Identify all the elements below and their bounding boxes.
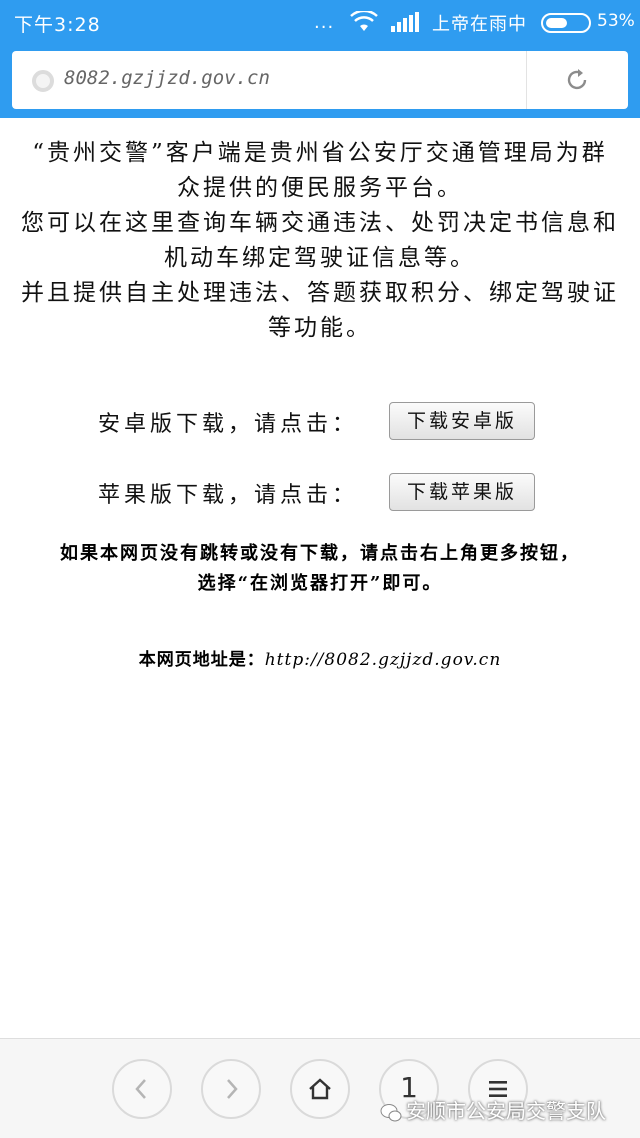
browser-toolbar: 8082.gzjjzd.gov.cn — [0, 44, 640, 118]
intro-line-3: 并且提供自主处理违法、答题获取积分、绑定驾驶证等功能。 — [21, 280, 619, 341]
page-address-line: 本网页地址是：http://8082.gzjjzd.gov.cn — [10, 645, 630, 670]
ios-download-label: 苹果版下载，请点击： — [98, 483, 359, 508]
address-bar-divider — [526, 51, 527, 109]
back-button[interactable] — [112, 1059, 172, 1119]
wechat-icon — [380, 1103, 402, 1121]
refresh-icon[interactable] — [564, 67, 590, 93]
open-in-browser-notice: 如果本网页没有跳转或没有下载，请点击右上角更多按钮， 选择“在浏览器打开”即可。 — [10, 539, 630, 599]
intro-line-2: 您可以在这里查询车辆交通违法、处罚决定书信息和机动车绑定驾驶证信息等。 — [21, 210, 619, 271]
carrier-name: 上帝在雨中 — [432, 14, 527, 35]
wifi-icon — [350, 11, 378, 31]
chevron-right-icon — [227, 1079, 238, 1099]
intro-line-1: “贵州交警”客户端是贵州省公安厅交通管理局为群众提供的便民服务平台。 — [32, 140, 608, 201]
address-bar[interactable]: 8082.gzjjzd.gov.cn — [12, 51, 628, 109]
intro-text: “贵州交警”客户端是贵州省公安厅交通管理局为群众提供的便民服务平台。 您可以在这… — [20, 136, 620, 346]
ios-download-row: 苹果版下载，请点击： 下载苹果版 — [0, 473, 640, 513]
address-bar-url[interactable]: 8082.gzjjzd.gov.cn — [64, 67, 270, 89]
site-icon — [32, 70, 54, 92]
battery-icon — [541, 13, 591, 33]
android-download-label: 安卓版下载，请点击： — [98, 412, 359, 437]
browser-bottom-bar: 1 安顺市公安局交警支队 — [0, 1038, 640, 1138]
home-button[interactable] — [290, 1059, 350, 1119]
page-address-url: http://8082.gzjjzd.gov.cn — [264, 650, 502, 670]
forward-button[interactable] — [201, 1059, 261, 1119]
notice-line-2: 选择“在浏览器打开”即可。 — [197, 573, 443, 594]
signal-strength-icon — [391, 12, 419, 32]
page-address-label: 本网页地址是： — [138, 650, 265, 670]
watermark-text: 安顺市公安局交警支队 — [406, 1099, 606, 1123]
wechat-watermark: 安顺市公安局交警支队 — [380, 1095, 606, 1124]
chevron-left-icon — [135, 1079, 146, 1099]
status-time: 下午3:28 — [14, 14, 101, 36]
battery-level-fill — [546, 18, 567, 28]
battery-percent: 53% — [597, 11, 635, 31]
android-download-row: 安卓版下载，请点击： 下载安卓版 — [0, 402, 640, 442]
download-android-button[interactable]: 下载安卓版 — [389, 402, 535, 440]
home-icon — [309, 1078, 331, 1100]
download-ios-button[interactable]: 下载苹果版 — [389, 473, 535, 511]
status-bar: 下午3:28 ... 上帝在雨中 53% — [0, 0, 640, 44]
notice-line-1: 如果本网页没有跳转或没有下载，请点击右上角更多按钮， — [60, 543, 580, 564]
notification-dots: ... — [314, 12, 335, 33]
